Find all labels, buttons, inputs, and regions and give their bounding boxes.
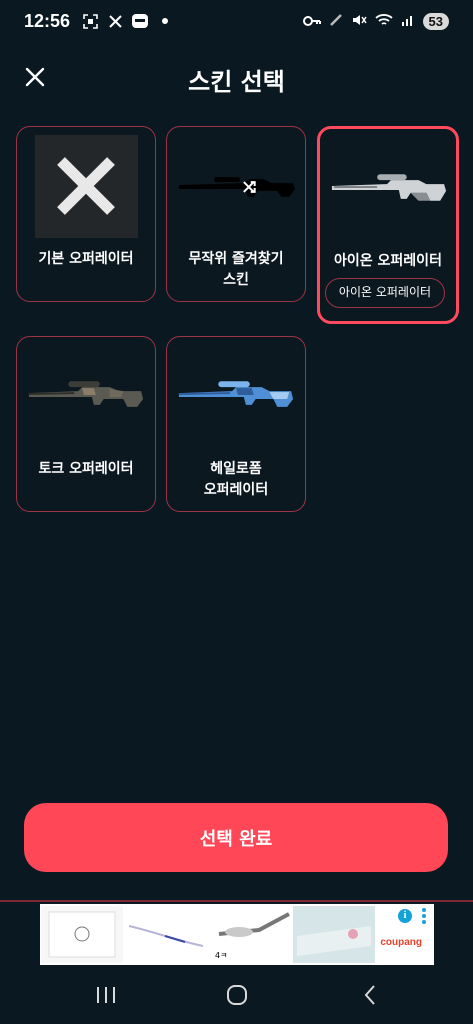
status-time: 12:56 [24,10,71,31]
tools-icon [107,13,123,29]
skin-card-toke[interactable]: 토크 오퍼레이터 [16,336,156,512]
ad-info-icon[interactable]: i [398,909,412,923]
skin-grid: 기본 오퍼레이터 무작위 즐겨찾기 스킨 아이온 오퍼레이터 아이온 오퍼레이터… [16,126,459,516]
ad-product-image[interactable] [125,906,207,963]
ad-divider [0,900,473,902]
skin-card-default[interactable]: 기본 오퍼레이터 [16,126,156,302]
app-icon [132,13,149,29]
skin-thumbnail [25,347,147,447]
skin-thumbnail [175,137,297,237]
ad-product-image[interactable] [293,906,375,963]
status-right-icons: 53 [302,12,449,31]
skin-label: 헤일로폼 오퍼레이터 [203,461,269,498]
page-title: 스킨 선택 [188,68,285,96]
skin-label: 아이온 오퍼레이터 [334,253,442,269]
ad-banner[interactable]: 4ㅋ i coupang [40,904,434,965]
recents-icon [97,987,115,1003]
skin-card-iron[interactable]: 아이온 오퍼레이터 아이온 오퍼레이터 [317,126,459,324]
confirm-selection-button[interactable]: 선택 완료 [24,803,448,872]
header: 스킨 선택 [0,42,473,114]
ad-brand: coupang [380,937,422,948]
x-icon [57,157,115,215]
battery-indicator: 53 [422,12,449,30]
skin-label: 무작위 즐겨찾기 스킨 [188,251,284,288]
skin-thumbnail [328,139,450,239]
signal-icon [401,12,415,31]
skin-thumbnail [175,347,297,447]
home-icon [227,985,247,1005]
wifi-icon [374,12,393,31]
camo-rifle-icon [28,381,144,407]
white-rifle-icon [331,174,447,201]
skin-label: 기본 오퍼레이터 [38,251,134,267]
screenshot-icon [82,13,98,29]
back-button[interactable] [350,980,390,1010]
shuffle-rifle-icon [178,177,296,197]
skin-card-helirom[interactable]: 헤일로폼 오퍼레이터 [166,336,306,512]
skin-card-random[interactable]: 무작위 즐겨찾기 스킨 [166,126,306,302]
home-button[interactable] [217,980,257,1010]
key-icon [302,12,321,31]
status-bar: 12:56 53 [0,0,473,42]
status-left-icons [82,13,173,29]
back-icon [364,985,375,1005]
ad-price-text: 4ㅋ [215,951,228,960]
ad-product-image[interactable] [41,906,123,963]
blue-rifle-icon [178,381,294,407]
navigation-bar [0,968,473,1024]
selected-skin-chip: 아이온 오퍼레이터 [325,278,445,308]
recents-button[interactable] [86,980,126,1010]
dot-icon [157,13,173,29]
pen-icon [329,12,343,31]
ad-more-icon[interactable] [422,908,426,924]
ad-product-image[interactable]: 4ㅋ [209,906,291,963]
default-skin-box [34,134,138,238]
skin-thumbnail [25,134,147,238]
mute-icon [351,12,367,31]
skin-label: 토크 오퍼레이터 [38,461,134,477]
